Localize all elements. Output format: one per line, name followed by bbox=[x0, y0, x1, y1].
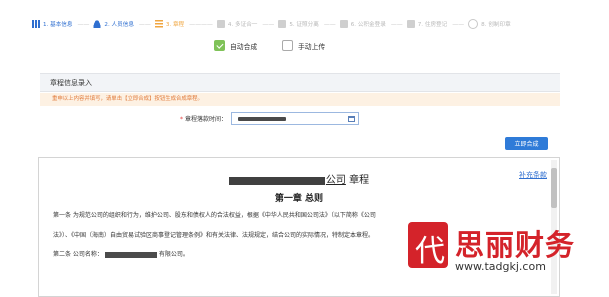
step-basic-info[interactable]: 1. 基本信息 — — bbox=[32, 20, 93, 28]
redacted-company-name bbox=[104, 251, 157, 258]
section-title: 章程信息录入 bbox=[50, 79, 92, 87]
step-articles[interactable]: 3. 章程 — — — — bbox=[154, 20, 217, 28]
step-label: 2. 人员信息 bbox=[104, 22, 134, 28]
step-label: 3. 章程 bbox=[165, 22, 185, 28]
manual-upload-checkbox[interactable] bbox=[282, 40, 293, 51]
step-label: 6. 公积金登录 bbox=[350, 22, 386, 28]
step-label: 8. 创制印章 bbox=[481, 22, 511, 28]
article-paragraph: 第一条 为规范公司的组织和行为，维护公司、股东和债权人的合法权益，根据《中华人民… bbox=[53, 212, 376, 219]
step-multi-license[interactable]: 4. 多证合一 — — bbox=[216, 20, 278, 28]
notice-text: 重申以上内容并填写，请单击【立即合成】按钮生成合成章程。 bbox=[52, 96, 203, 102]
auto-compose-label: 自动合成 bbox=[230, 42, 258, 51]
step-label: 7. 住房登记 bbox=[417, 22, 448, 28]
chapter-title: 第一章 总则 bbox=[274, 194, 324, 204]
step-housing-fund[interactable]: 6. 公积金登录 — — bbox=[339, 20, 407, 28]
step-seal-creation[interactable]: 8. 创制印章 bbox=[468, 19, 511, 29]
step-label: 1. 基本信息 bbox=[43, 22, 73, 28]
person-icon bbox=[93, 20, 102, 28]
redacted-value bbox=[238, 117, 287, 121]
auto-compose-option[interactable]: 自动合成 bbox=[214, 40, 257, 51]
supplement-link[interactable]: 补充条款 bbox=[519, 170, 547, 180]
watermark-url: www.tadgkj.com bbox=[455, 260, 546, 273]
manual-upload-option[interactable]: 手动上传 bbox=[282, 40, 325, 51]
step-personnel-info[interactable]: 2. 人员信息 — — bbox=[93, 20, 154, 28]
step-license-separation[interactable]: 5. 证照分离 — — bbox=[278, 20, 339, 28]
doc-icon bbox=[278, 20, 287, 28]
list-icon bbox=[154, 20, 163, 28]
manual-upload-label: 手动上传 bbox=[298, 42, 326, 51]
signing-date-input[interactable] bbox=[231, 112, 360, 125]
progress-stepper: 1. 基本信息 — — 2. 人员信息 — — 3. 章程 — — — — 4.… bbox=[32, 14, 562, 34]
calendar-icon[interactable] bbox=[348, 115, 356, 122]
step-label: 4. 多证合一 bbox=[227, 22, 258, 28]
doc-icon bbox=[339, 20, 348, 28]
signing-date-row: * 章程落款时间： bbox=[180, 112, 360, 125]
scrollbar-thumb[interactable] bbox=[551, 168, 557, 208]
document-title: 公司 章程 bbox=[39, 171, 559, 186]
watermark-logo: 代 bbox=[408, 222, 448, 269]
doc-icon bbox=[406, 20, 415, 28]
redacted-company-name bbox=[228, 176, 325, 185]
bar-chart-icon bbox=[32, 20, 40, 28]
watermark-name: 思丽财务 bbox=[455, 228, 576, 262]
gear-icon bbox=[468, 19, 479, 29]
compose-now-button[interactable]: 立即合成 bbox=[505, 137, 548, 150]
section-header: 章程信息录入 bbox=[40, 73, 560, 92]
auto-compose-checkbox[interactable] bbox=[214, 40, 225, 51]
step-label: 5. 证照分离 bbox=[289, 22, 319, 28]
step-housing-registration[interactable]: 7. 住房登记 — — bbox=[406, 20, 468, 28]
doc-icon bbox=[216, 20, 225, 28]
signing-date-label: * 章程落款时间： bbox=[180, 116, 228, 123]
notice-banner: 重申以上内容并填写，请单击【立即合成】按钮生成合成章程。 bbox=[40, 93, 560, 106]
